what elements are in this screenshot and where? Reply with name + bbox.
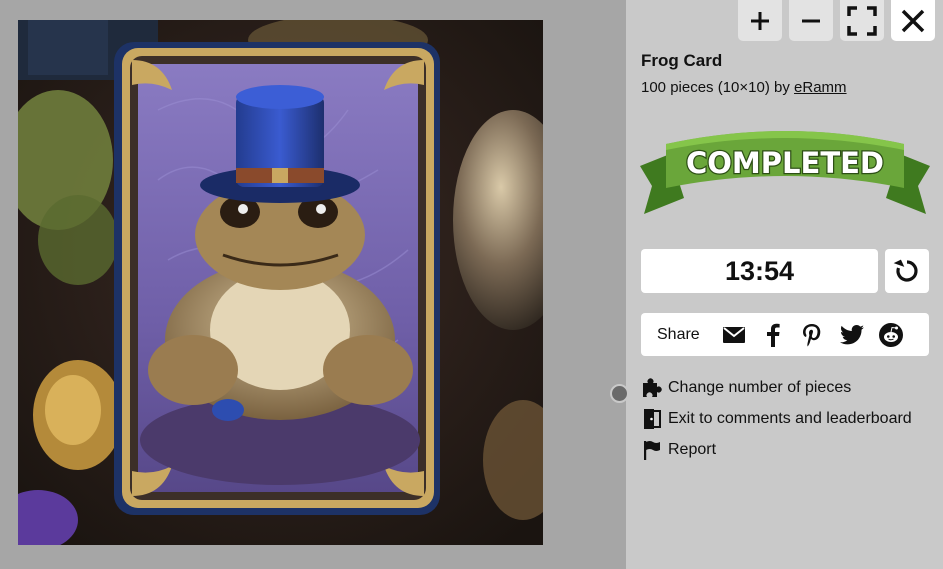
exit-label: Exit to comments and leaderboard [668, 410, 912, 427]
panel-collapse-handle[interactable] [610, 384, 629, 403]
author-link[interactable]: eRamm [794, 79, 847, 96]
side-panel: Frog Card 100 pieces (10×10) by eRamm CO… [626, 0, 943, 569]
email-share-button[interactable] [721, 322, 747, 348]
reddit-share-button[interactable] [878, 322, 904, 348]
exit-door-icon [641, 407, 668, 431]
fullscreen-icon [847, 5, 877, 36]
email-icon [723, 327, 745, 343]
puzzle-title: Frog Card [641, 51, 723, 70]
fullscreen-button[interactable] [840, 0, 884, 41]
report-label: Report [668, 441, 717, 458]
timer-display: 13:54 [641, 249, 878, 293]
exit-link[interactable]: Exit to comments and leaderboard [641, 407, 912, 431]
facebook-share-button[interactable] [760, 322, 786, 348]
pinterest-share-button[interactable] [799, 322, 825, 348]
twitter-icon [840, 325, 864, 345]
restart-button[interactable] [885, 249, 929, 293]
plus-icon [751, 11, 769, 30]
close-button[interactable] [891, 0, 935, 41]
share-bar: Share [641, 313, 929, 356]
zoom-in-button[interactable] [738, 0, 782, 41]
puzzle-canvas[interactable] [0, 0, 626, 569]
change-pieces-label: Change number of pieces [668, 379, 852, 396]
restart-icon [893, 259, 918, 282]
facebook-icon [767, 323, 780, 347]
pinterest-icon [803, 324, 821, 347]
twitter-share-button[interactable] [839, 322, 865, 348]
share-label: Share [657, 326, 700, 343]
minus-icon [802, 19, 820, 22]
reddit-icon [879, 323, 903, 347]
completed-banner: COMPLETED [640, 131, 930, 214]
puzzle-piece-icon [641, 376, 668, 400]
completed-puzzle-image[interactable] [18, 20, 543, 545]
change-pieces-link[interactable]: Change number of pieces [641, 376, 851, 400]
report-link[interactable]: Report [641, 438, 716, 462]
flag-icon [641, 438, 668, 462]
close-icon [901, 9, 925, 32]
zoom-out-button[interactable] [789, 0, 833, 41]
completed-banner-text: COMPLETED [686, 146, 884, 180]
puzzle-info: 100 pieces (10×10) by eRamm [641, 79, 847, 96]
pieces-count-text: 100 pieces (10×10) by [641, 79, 790, 96]
